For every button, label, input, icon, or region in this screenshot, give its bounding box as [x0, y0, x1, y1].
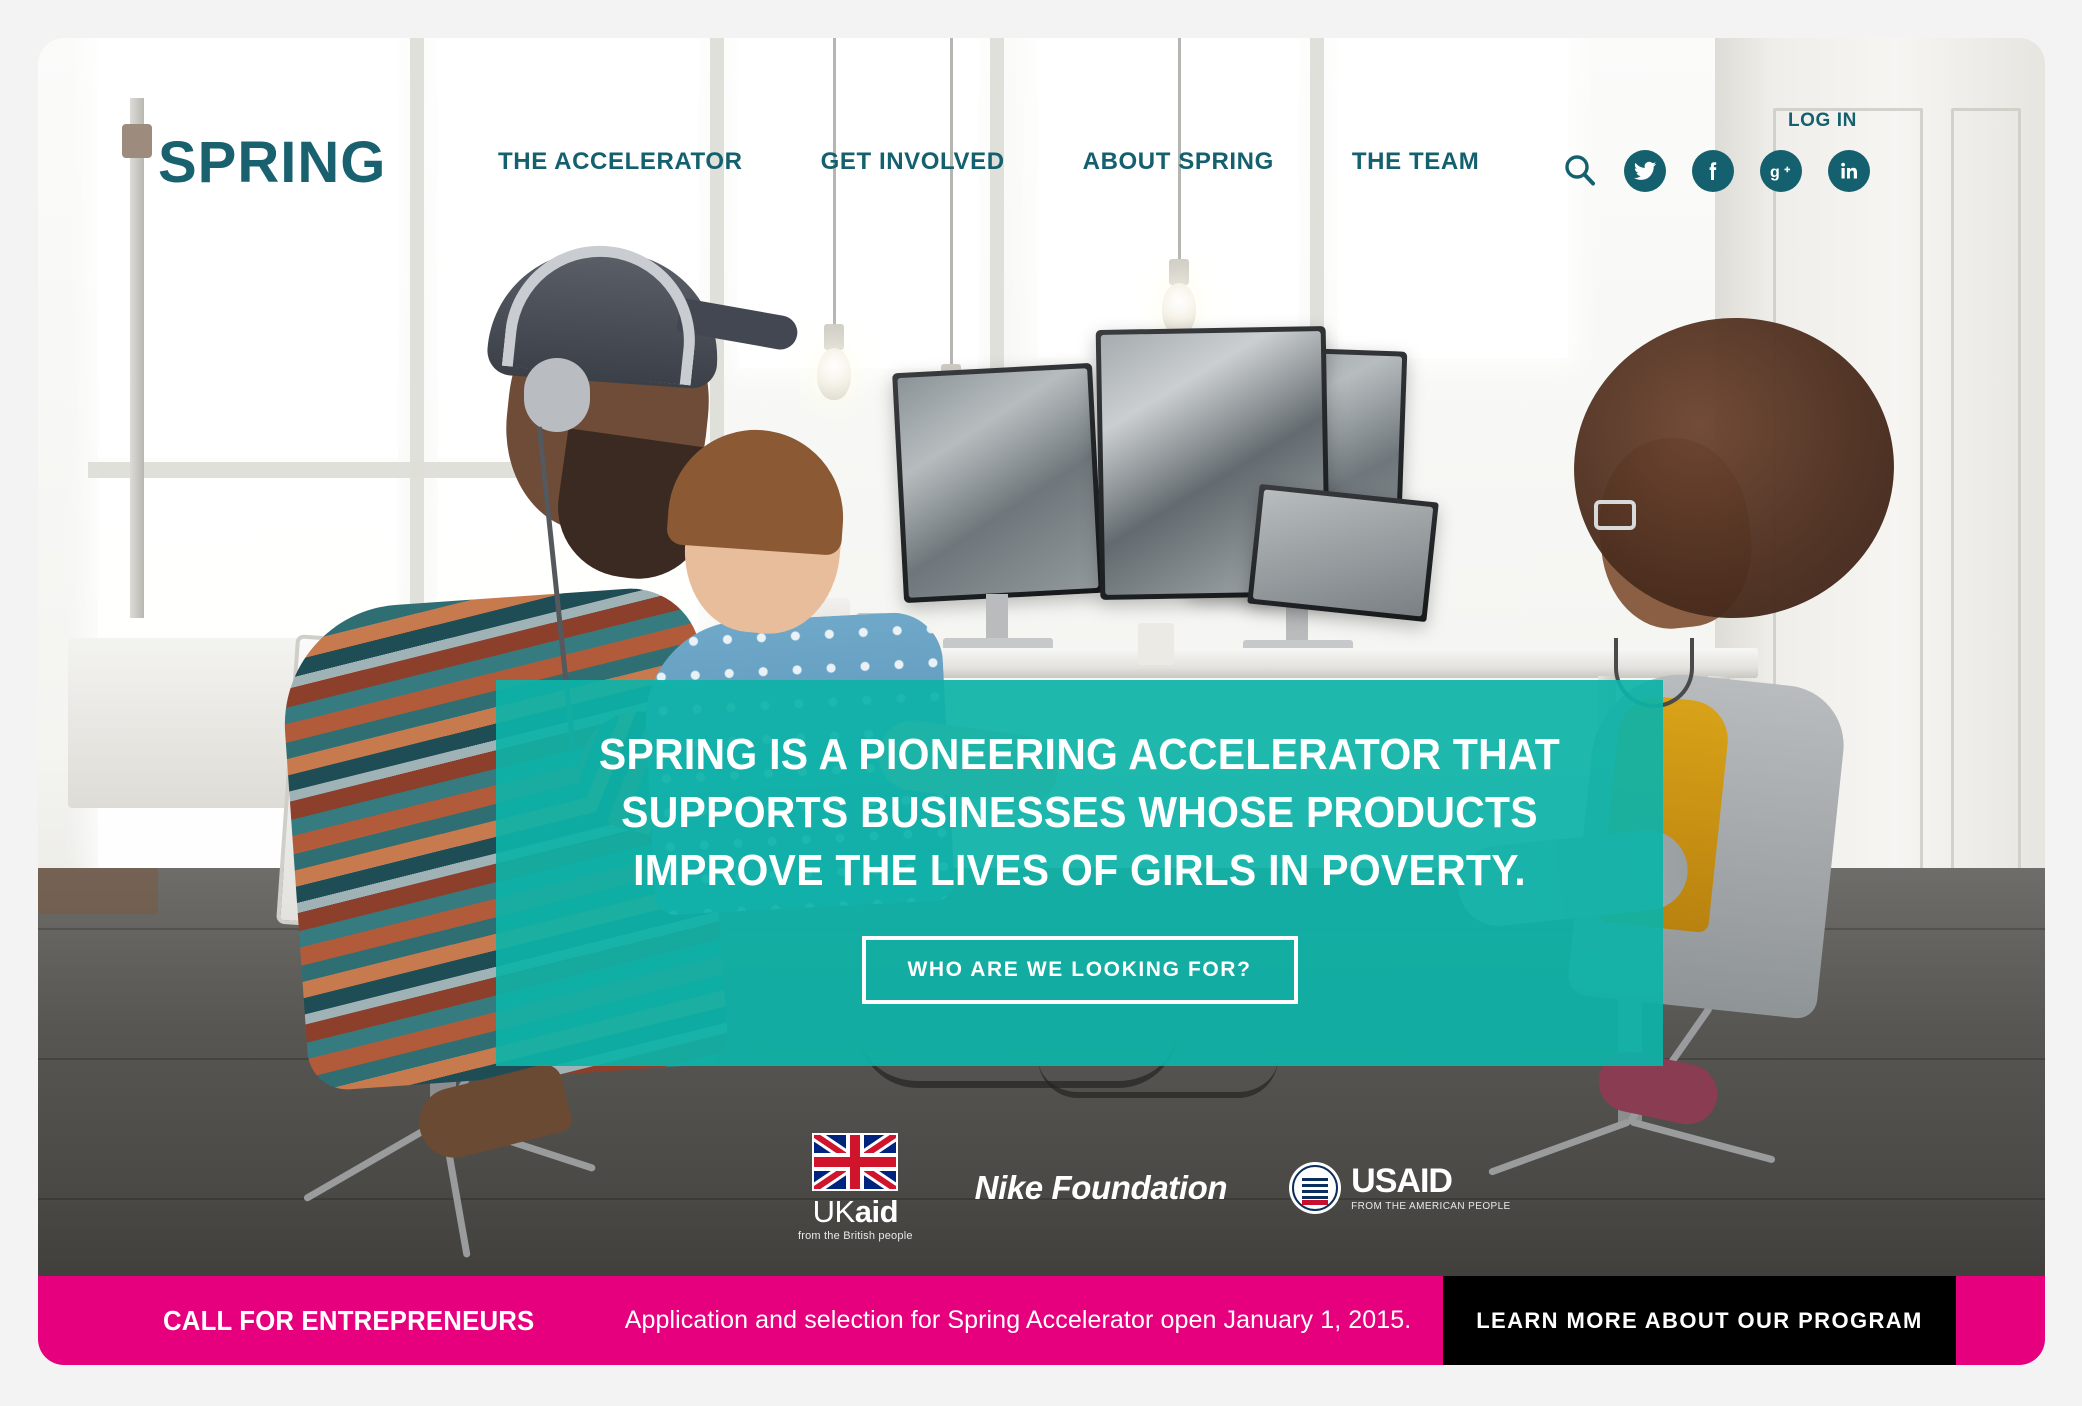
nav-get-involved[interactable]: GET INVOLVED: [821, 148, 1005, 176]
call-bar-message: Application and selection for Spring Acc…: [624, 1306, 1412, 1334]
headphone-earcup: [524, 358, 590, 432]
search-icon[interactable]: [1562, 153, 1598, 189]
nike-foundation-wordmark: Nike Foundation: [974, 1168, 1228, 1206]
nike-foundation-logo: Nike Foundation: [975, 1169, 1228, 1207]
who-are-we-looking-for-button[interactable]: WHO ARE WE LOOKING FOR?: [861, 936, 1298, 1005]
hero-photo: SPRING THE ACCELERATOR GET INVOLVED ABOU…: [38, 38, 2045, 1328]
linkedin-icon[interactable]: [1828, 150, 1870, 192]
eyeglasses: [1594, 500, 1636, 530]
hero-headline-line-2: SUPPORTS BUSINESSES WHOSE PRODUCTS: [621, 788, 1538, 838]
main-navigation: THE ACCELERATOR GET INVOLVED ABOUT SPRIN…: [498, 148, 1479, 176]
usaid-seal-icon: [1289, 1161, 1342, 1214]
hero-headline: SPRING IS A PIONEERING ACCELERATOR THAT …: [537, 726, 1622, 900]
call-bar-title: CALL FOR ENTREPRENEURS: [163, 1304, 535, 1336]
nav-about-spring[interactable]: ABOUT SPRING: [1083, 148, 1274, 176]
usaid-logo: USAID FROM THE AMERICAN PEOPLE: [1289, 1161, 1510, 1214]
hero-overlay: SPRING IS A PIONEERING ACCELERATOR THAT …: [496, 680, 1663, 1066]
monitor: [892, 362, 1104, 604]
usaid-wordmark: USAID: [1351, 1161, 1453, 1200]
ukaid-aid-text: aid: [854, 1194, 899, 1229]
paper-cup: [1138, 623, 1174, 665]
usaid-tagline: FROM THE AMERICAN PEOPLE: [1351, 1200, 1511, 1212]
site-logo[interactable]: SPRING: [158, 134, 386, 192]
page-frame: SPRING THE ACCELERATOR GET INVOLVED ABOU…: [0, 0, 2082, 1406]
nav-the-accelerator[interactable]: THE ACCELERATOR: [498, 148, 743, 176]
facebook-icon[interactable]: [1692, 150, 1734, 192]
site-card: SPRING THE ACCELERATOR GET INVOLVED ABOU…: [38, 38, 2045, 1365]
site-header: SPRING THE ACCELERATOR GET INVOLVED ABOU…: [38, 38, 2045, 228]
call-for-entrepreneurs-bar: CALL FOR ENTREPRENEURS Application and s…: [38, 1276, 2045, 1365]
login-link[interactable]: LOG IN: [1788, 110, 1857, 132]
partner-logos: UKaid from the British people Nike Found…: [798, 1133, 1511, 1242]
twitter-icon[interactable]: [1624, 150, 1666, 192]
ukaid-logo: UKaid from the British people: [798, 1133, 913, 1242]
monitor-stand: [986, 594, 1008, 644]
hero-headline-line-1: SPRING IS A PIONEERING ACCELERATOR THAT: [598, 730, 1561, 779]
hero-headline-line-3: IMPROVE THE LIVES OF GIRLS IN POVERTY.: [633, 846, 1526, 896]
nav-the-team[interactable]: THE TEAM: [1352, 148, 1479, 176]
usaid-text-block: USAID FROM THE AMERICAN PEOPLE: [1351, 1164, 1510, 1212]
ukaid-tagline: from the British people: [798, 1230, 913, 1242]
learn-more-about-our-program-button[interactable]: LEARN MORE ABOUT OUR PROGRAM: [1443, 1276, 1956, 1365]
ukaid-uk-text: UK: [812, 1194, 856, 1229]
google-plus-icon[interactable]: g: [1760, 150, 1802, 192]
svg-text:g: g: [1770, 164, 1780, 181]
union-jack-icon: [812, 1133, 899, 1191]
laptop: [1247, 483, 1439, 623]
ukaid-wordmark: UKaid: [812, 1194, 899, 1229]
header-tools: g: [1562, 150, 1870, 192]
